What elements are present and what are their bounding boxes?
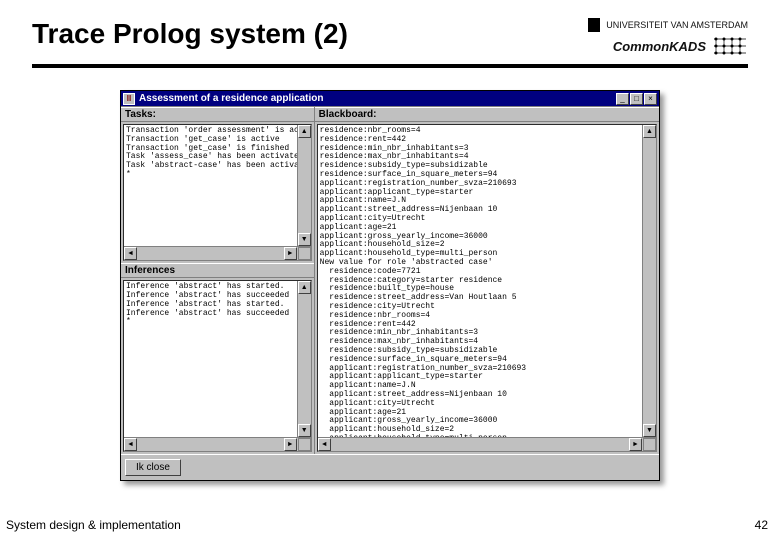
page-number: 42 <box>755 518 768 532</box>
close-window-button[interactable]: × <box>644 93 657 105</box>
inferences-text: Inference 'abstract' has started. Infere… <box>124 281 311 329</box>
footer-left: System design & implementation <box>6 518 181 532</box>
scroll-down-icon[interactable]: ▼ <box>643 424 656 437</box>
inferences-body[interactable]: Inference 'abstract' has started. Infere… <box>123 280 312 452</box>
scroll-right-icon[interactable]: ► <box>284 247 297 260</box>
slide-title: Trace Prolog system (2) <box>32 18 348 50</box>
scrollbar-horizontal[interactable]: ◄ ► <box>318 437 656 451</box>
commonkads-mark-icon <box>712 36 748 56</box>
tasks-body[interactable]: Transaction 'order assessment' is active… <box>123 124 312 261</box>
app-icon: II <box>123 93 135 105</box>
scroll-right-icon[interactable]: ► <box>629 438 642 451</box>
tasks-text: Transaction 'order assessment' is active… <box>124 125 311 182</box>
scrollbar-horizontal[interactable]: ◄ ► <box>124 246 311 260</box>
tasks-panel: Tasks: Transaction 'order assessment' is… <box>121 107 314 263</box>
scroll-up-icon[interactable]: ▲ <box>298 125 311 138</box>
scroll-down-icon[interactable]: ▼ <box>298 233 311 246</box>
scrollbar-vertical[interactable]: ▲ ▼ <box>297 125 311 246</box>
window-title: Assessment of a residence application <box>139 93 616 104</box>
scroll-down-icon[interactable]: ▼ <box>298 424 311 437</box>
blackboard-header: Blackboard: <box>315 107 659 122</box>
commonkads-logo: CommonKADS <box>613 36 748 56</box>
inferences-panel: Inferences Inference 'abstract' has star… <box>121 263 314 454</box>
scroll-left-icon[interactable]: ◄ <box>124 247 137 260</box>
scrollbar-vertical[interactable]: ▲ ▼ <box>642 125 656 437</box>
uva-logo: UNIVERSITEIT VAN AMSTERDAM <box>588 18 748 32</box>
scroll-left-icon[interactable]: ◄ <box>124 438 137 451</box>
blackboard-text: residence:nbr_rooms=4 residence:rent=442… <box>318 125 656 452</box>
scroll-right-icon[interactable]: ► <box>284 438 297 451</box>
app-footer: Ik close <box>121 454 659 480</box>
blackboard-body[interactable]: residence:nbr_rooms=4 residence:rent=442… <box>317 124 657 452</box>
scroll-corner <box>643 438 656 451</box>
maximize-button[interactable]: □ <box>630 93 643 105</box>
header-divider <box>32 64 748 68</box>
app-window: II Assessment of a residence application… <box>120 90 660 481</box>
scrollbar-horizontal[interactable]: ◄ ► <box>124 437 311 451</box>
titlebar[interactable]: II Assessment of a residence application… <box>121 91 659 106</box>
tasks-header: Tasks: <box>121 107 314 122</box>
uva-text: UNIVERSITEIT VAN AMSTERDAM <box>606 20 748 30</box>
scroll-corner <box>298 247 311 260</box>
scroll-up-icon[interactable]: ▲ <box>298 281 311 294</box>
scroll-corner <box>298 438 311 451</box>
scroll-left-icon[interactable]: ◄ <box>318 438 331 451</box>
logos: UNIVERSITEIT VAN AMSTERDAM CommonKADS <box>588 18 748 56</box>
blackboard-panel: Blackboard: residence:nbr_rooms=4 reside… <box>315 107 659 454</box>
inferences-header: Inferences <box>121 263 314 278</box>
scrollbar-vertical[interactable]: ▲ ▼ <box>297 281 311 437</box>
scroll-up-icon[interactable]: ▲ <box>643 125 656 138</box>
close-button[interactable]: Ik close <box>125 459 181 476</box>
minimize-button[interactable]: _ <box>616 93 629 105</box>
uva-mark-icon <box>588 18 600 32</box>
commonkads-text: CommonKADS <box>613 39 706 54</box>
